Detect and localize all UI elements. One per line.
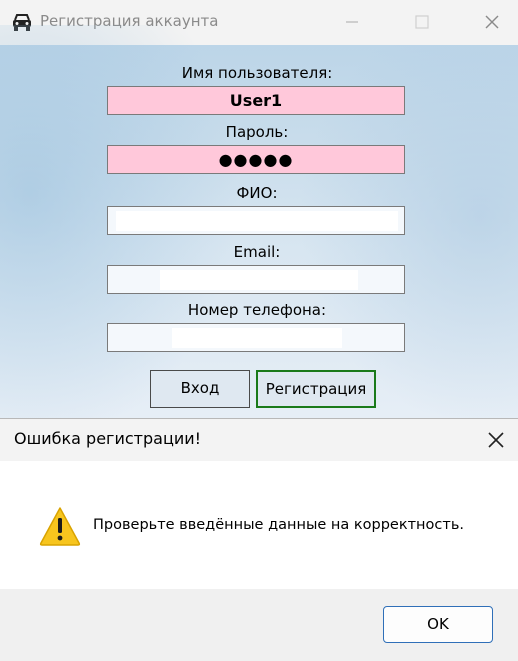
username-label: Имя пользователя: xyxy=(181,64,333,82)
close-icon[interactable] xyxy=(484,428,508,452)
password-input[interactable]: ●●●●● xyxy=(107,145,405,174)
login-button[interactable]: Вход xyxy=(150,370,250,408)
dialog-title-bar: Ошибка регистрации! xyxy=(0,419,518,461)
password-label: Пароль: xyxy=(225,123,289,141)
form-area: Имя пользователя: User1 Пароль: ●●●●● ФИ… xyxy=(0,25,518,418)
dialog-body: Проверьте введённые данные на корректнос… xyxy=(0,461,518,589)
warning-icon xyxy=(39,507,81,546)
redacted-text xyxy=(160,270,358,290)
email-input[interactable] xyxy=(107,265,405,294)
dialog-footer: OK xyxy=(0,589,518,661)
redacted-text xyxy=(172,328,342,348)
phone-input[interactable] xyxy=(107,323,405,352)
fullname-input[interactable] xyxy=(107,206,405,235)
maximize-icon[interactable] xyxy=(410,10,434,34)
close-icon[interactable] xyxy=(480,10,504,34)
ok-button[interactable]: OK xyxy=(383,606,493,643)
register-button[interactable]: Регистрация xyxy=(256,370,376,408)
registration-window: Регистрация аккаунта Имя пользователя: U… xyxy=(0,0,518,418)
dialog-title: Ошибка регистрации! xyxy=(14,429,202,448)
email-label: Email: xyxy=(233,243,281,261)
dialog-message: Проверьте введённые данные на корректнос… xyxy=(93,517,464,533)
minimize-icon[interactable] xyxy=(340,10,364,34)
error-dialog: Ошибка регистрации! Проверьте введённые … xyxy=(0,418,518,661)
phone-label: Номер телефона: xyxy=(187,301,327,319)
username-input[interactable]: User1 xyxy=(107,86,405,115)
fullname-label: ФИО: xyxy=(236,184,278,202)
redacted-text xyxy=(116,211,398,231)
